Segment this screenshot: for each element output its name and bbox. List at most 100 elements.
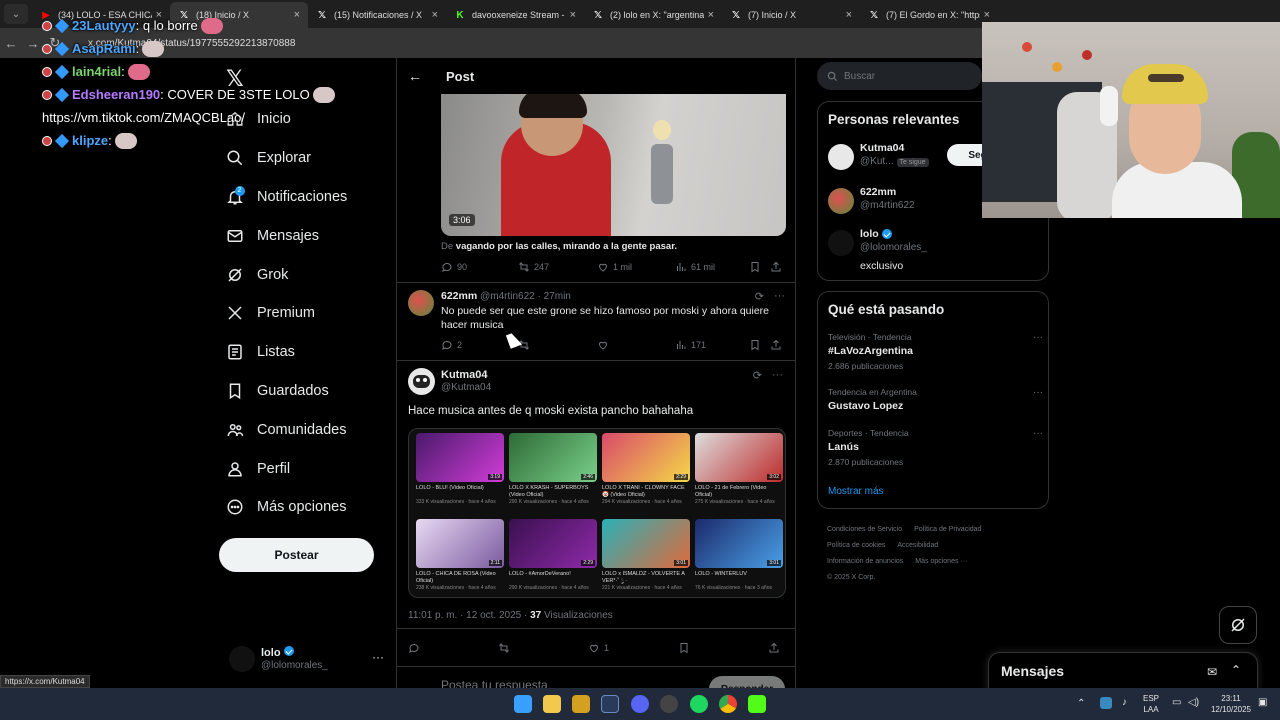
like-button[interactable]: 1	[588, 642, 609, 654]
reply-button[interactable]: 2	[441, 339, 462, 351]
nav-item-notificaciones[interactable]: 2 Notificaciones	[226, 178, 347, 217]
footer-link[interactable]: Política de Privacidad	[914, 526, 981, 533]
notification-icon[interactable]: ▣	[1258, 697, 1267, 708]
more-icon[interactable]: ···	[772, 369, 783, 382]
more-icon[interactable]: ···	[1033, 332, 1043, 343]
account-switcher[interactable]: lolo @lolomorales_ ···	[229, 644, 384, 674]
reply-controls: ⟳ ···	[755, 290, 785, 303]
chevron-up-icon[interactable]: ⌃	[1077, 698, 1085, 709]
back-icon[interactable]: ←	[0, 36, 22, 51]
close-tab-icon[interactable]: ×	[708, 9, 714, 21]
share-button[interactable]	[770, 261, 786, 273]
badge-icon	[42, 66, 52, 77]
bookmark-button[interactable]	[749, 261, 765, 273]
author-handle[interactable]: @Kutma04	[441, 382, 491, 393]
repost-button[interactable]	[498, 642, 514, 654]
browser-tab[interactable]: 𝕏 (2) lolo en X: "argentina m ×	[584, 2, 722, 28]
show-more-link[interactable]: Mostrar más	[828, 486, 884, 497]
avatar[interactable]	[408, 368, 435, 395]
forward-icon[interactable]: →	[22, 36, 44, 51]
new-message-icon[interactable]: ✉	[1207, 665, 1217, 679]
tray-app-icon[interactable]	[1100, 697, 1112, 709]
spotify-icon[interactable]	[690, 695, 708, 713]
clock[interactable]: 23:11 12/10/2025	[1208, 693, 1254, 715]
close-tab-icon[interactable]: ×	[432, 9, 438, 21]
like-button[interactable]: 1 mil	[597, 261, 632, 273]
reply-button[interactable]: 90	[441, 261, 467, 273]
reply-button[interactable]	[408, 642, 424, 654]
author-name[interactable]: Kutma04	[441, 369, 487, 381]
post-image[interactable]: 3:19 LOLO - BLU! (Video Oficial) 333 K vis…	[408, 428, 786, 598]
nav-item-más-opciones[interactable]: Más opciones	[226, 488, 347, 527]
share-icon	[769, 642, 779, 653]
grok-icon[interactable]: ⟳	[755, 290, 764, 303]
footer-link[interactable]: Accesibilidad	[897, 542, 938, 549]
footer-link[interactable]: Más opciones ···	[915, 558, 967, 565]
share-button[interactable]	[770, 339, 786, 351]
nav-item-comunidades[interactable]: Comunidades	[226, 410, 347, 449]
microphone-icon[interactable]: ♪	[1122, 697, 1127, 708]
bookmark-button[interactable]	[678, 642, 694, 654]
trend-item[interactable]: Televisión · Tendencia #LaVozArgentina 2…	[828, 332, 1043, 371]
footer-link[interactable]: Condiciones de Servicio	[827, 526, 902, 533]
reply-input[interactable]: Postea tu respuesta	[441, 678, 548, 688]
browser-tab[interactable]: 𝕏 (7) El Gordo en X: "https ×	[860, 2, 998, 28]
nav-item-guardados[interactable]: Guardados	[226, 372, 347, 411]
nav-item-premium[interactable]: Premium	[226, 294, 347, 333]
nav-item-mensajes[interactable]: Mensajes	[226, 216, 347, 255]
x-icon: 𝕏	[731, 9, 741, 21]
footer-link[interactable]: Política de cookies	[827, 542, 885, 549]
video-meta: 76 K visualizaciones · hace 3 años	[695, 585, 772, 591]
file-explorer-icon[interactable]	[543, 695, 561, 713]
nav-item-perfil[interactable]: Perfil	[226, 449, 347, 488]
tab-search-icon[interactable]: ⌄	[4, 4, 28, 24]
nav-item-listas[interactable]: Listas	[226, 333, 347, 372]
network-icon[interactable]: ▭	[1172, 697, 1181, 708]
more-icon[interactable]: ···	[372, 650, 384, 664]
more-icon[interactable]: ···	[774, 290, 785, 303]
chevron-up-icon[interactable]: ⌃	[1231, 663, 1241, 677]
back-arrow-icon[interactable]: ←	[408, 68, 426, 84]
chat-text: :	[108, 133, 112, 148]
views-button[interactable]: 61 mil	[675, 261, 715, 273]
search-input[interactable]: Buscar	[817, 62, 982, 90]
browser-tab[interactable]: 𝕏 (7) Inicio / X ×	[722, 2, 860, 28]
quoted-video[interactable]	[441, 94, 786, 236]
nav-item-grok[interactable]: Grok	[226, 255, 347, 294]
reply-actions: 2 171	[441, 339, 786, 355]
browser-tab[interactable]: Kdavooxeneize Stream - W ×	[446, 2, 584, 28]
post-button[interactable]: Postear	[219, 538, 374, 572]
discord-icon[interactable]	[631, 695, 649, 713]
trend-item[interactable]: Tendencia en Argentina Gustavo Lopez ···	[828, 387, 1043, 412]
close-tab-icon[interactable]: ×	[846, 9, 852, 21]
footer-link[interactable]: © 2025 X Corp.	[827, 574, 875, 581]
footer-link[interactable]: Información de anuncios	[827, 558, 903, 565]
more-icon[interactable]: ···	[1033, 428, 1043, 439]
like-button[interactable]	[597, 339, 613, 351]
chrome-icon[interactable]	[719, 695, 737, 713]
trend-item[interactable]: Deportes · Tendencia Lanús 2.870 publica…	[828, 428, 1043, 467]
video-duration: 3:01	[674, 560, 688, 566]
language-indicator[interactable]: ESP LAA	[1143, 693, 1159, 715]
kick-icon[interactable]	[748, 695, 766, 713]
more-icon[interactable]: ···	[1033, 387, 1043, 398]
trend-count: 2.870 publicaciones	[828, 457, 904, 467]
steam-icon[interactable]	[601, 695, 619, 713]
close-tab-icon[interactable]: ×	[570, 9, 576, 21]
share-button[interactable]	[768, 642, 784, 654]
views-button[interactable]: 171	[675, 339, 706, 351]
volume-icon[interactable]: ◁)	[1188, 697, 1199, 708]
app-icon[interactable]	[572, 695, 590, 713]
person-item[interactable]: lolo @lolomorales_ exclusivo	[828, 228, 1043, 272]
bookmark-button[interactable]	[749, 339, 765, 351]
messages-drawer[interactable]: Mensajes ✉ ⌃	[988, 652, 1258, 692]
grok-icon[interactable]: ⟳	[753, 369, 762, 382]
obs-icon[interactable]	[660, 695, 678, 713]
reply-submit-button[interactable]: Responder	[709, 676, 785, 688]
trend-context: Tendencia en Argentina	[828, 387, 917, 397]
close-tab-icon[interactable]: ×	[984, 9, 990, 21]
grok-button[interactable]	[1219, 606, 1257, 644]
repost-button[interactable]: 247	[518, 261, 549, 273]
windows-start-icon[interactable]	[514, 695, 532, 713]
video-thumbnail-card: 3:02 LOLO - 21 de Febrero (Video Oficial)…	[695, 433, 783, 505]
